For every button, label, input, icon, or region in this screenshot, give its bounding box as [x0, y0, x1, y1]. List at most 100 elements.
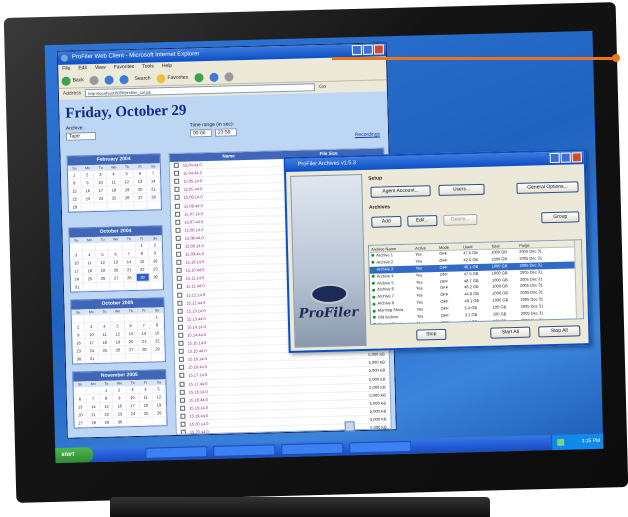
archives-column-header[interactable]: Used [461, 243, 489, 250]
time-to-select[interactable]: 23:59 [214, 128, 238, 137]
file-name[interactable]: 15.20.14.0 [190, 419, 280, 426]
stop-all-button[interactable]: Stop All [538, 325, 581, 338]
stop-button[interactable]: Stop [416, 328, 447, 341]
file-name[interactable]: 15.13.14.0 [187, 306, 277, 313]
file-name[interactable]: 15.06.14.0 [184, 193, 274, 200]
file-name[interactable]: 15.19.44.0 [189, 411, 279, 418]
file-name[interactable]: 15.19.14.0 [189, 403, 279, 410]
minimize-icon[interactable] [549, 152, 560, 164]
archives-column-header[interactable]: Mode [437, 243, 461, 250]
time-from-select[interactable]: 00:00 [189, 128, 213, 138]
row-checkbox[interactable] [178, 348, 184, 355]
row-checkbox[interactable] [176, 268, 182, 274]
file-name[interactable]: 15.11.14.0 [186, 274, 276, 281]
row-checkbox[interactable] [174, 195, 180, 201]
file-name[interactable]: 15.18.14.0 [189, 387, 279, 394]
calendar-day[interactable]: 29 [68, 203, 83, 212]
mail-icon[interactable] [223, 71, 234, 82]
file-name[interactable]: 15.09.44.0 [185, 249, 275, 256]
media-icon[interactable] [193, 72, 204, 82]
history-icon[interactable] [208, 72, 219, 82]
row-checkbox[interactable] [180, 429, 186, 435]
file-name[interactable]: 15.14.14.0 [187, 322, 277, 329]
archives-column-header[interactable]: Total [489, 242, 517, 249]
close-icon[interactable] [373, 44, 384, 55]
add-archive-button[interactable]: Add [371, 215, 402, 228]
file-name[interactable]: 15.04.44.0 [183, 160, 273, 167]
row-checkbox[interactable] [176, 259, 182, 266]
calendar-day[interactable]: 31 [85, 354, 100, 364]
start-button[interactable]: start [55, 447, 94, 464]
row-checkbox[interactable] [175, 227, 181, 233]
row-checkbox[interactable] [177, 292, 183, 298]
help-icon[interactable] [560, 152, 571, 163]
row-checkbox[interactable] [175, 235, 181, 241]
calendar-day[interactable]: 28 [87, 418, 101, 428]
file-name[interactable]: 15.15.14.0 [187, 338, 277, 345]
delete-archive-button[interactable]: Delete... [443, 213, 478, 226]
file-name[interactable]: 15.07.14.0 [184, 209, 274, 216]
row-checkbox[interactable] [180, 405, 186, 411]
file-name[interactable]: 15.18.44.0 [189, 395, 279, 402]
file-name[interactable]: 15.13.44.0 [187, 314, 277, 321]
calendar-day[interactable]: 31 [70, 283, 85, 292]
search-button[interactable]: Search [134, 71, 151, 86]
row-checkbox[interactable] [180, 413, 186, 419]
close-icon[interactable] [571, 152, 582, 163]
recordings-link[interactable]: Recordings [355, 131, 380, 138]
archives-table-scrollbar[interactable] [573, 240, 583, 319]
row-checkbox[interactable] [173, 162, 179, 168]
file-name[interactable]: 15.16.44.0 [188, 363, 278, 369]
group-button[interactable]: Group [541, 211, 580, 224]
archive-select[interactable]: Tape [65, 131, 97, 141]
row-checkbox[interactable] [175, 211, 181, 217]
calendar-day[interactable]: 27 [74, 419, 88, 428]
file-name[interactable]: 15.05.44.0 [183, 185, 273, 191]
back-button[interactable]: Back [61, 73, 84, 89]
file-name[interactable]: 15.20.44.0 [190, 427, 280, 434]
row-checkbox[interactable] [180, 421, 186, 427]
home-icon[interactable] [119, 74, 129, 84]
tray-icon[interactable] [557, 438, 565, 446]
row-checkbox[interactable] [178, 357, 184, 363]
taskbar-item-1[interactable] [145, 446, 208, 459]
file-name[interactable]: 15.14.44.0 [187, 330, 277, 337]
file-name[interactable]: 15.10.14.0 [185, 257, 275, 264]
row-checkbox[interactable] [177, 324, 184, 330]
edit-archive-button[interactable]: Edit... [407, 215, 438, 227]
file-name[interactable]: 15.12.44.0 [186, 298, 276, 305]
desktop-shortcut-icon[interactable] [344, 421, 355, 432]
maximize-icon[interactable] [362, 44, 373, 55]
calendar-day[interactable]: 29 [151, 345, 165, 354]
file-name[interactable]: 15.17.44.0 [188, 379, 278, 386]
archives-column-header[interactable]: Archive Name [369, 245, 413, 252]
menu-favorites[interactable]: Favorites [114, 63, 135, 73]
file-name[interactable]: 15.06.44.0 [184, 201, 274, 208]
favorites-button[interactable]: Favorites [156, 70, 188, 86]
row-checkbox[interactable] [176, 276, 182, 282]
row-checkbox[interactable] [173, 170, 180, 177]
file-name[interactable]: 15.04.44.0 [183, 168, 273, 175]
minimize-icon[interactable] [351, 44, 362, 56]
row-checkbox[interactable] [179, 373, 185, 379]
calendar-day[interactable]: 30 [113, 418, 128, 427]
row-checkbox[interactable] [177, 300, 183, 306]
row-checkbox[interactable] [179, 397, 186, 403]
taskbar-item-3[interactable] [281, 442, 344, 456]
row-checkbox[interactable] [179, 365, 185, 371]
row-checkbox[interactable] [174, 179, 180, 185]
file-name[interactable]: 15.09.14.0 [185, 241, 275, 248]
calendar-day[interactable]: 29 [100, 418, 115, 427]
row-checkbox[interactable] [179, 389, 185, 395]
file-name[interactable]: 15.08.44.0 [185, 233, 275, 240]
archives-column-header[interactable]: Active [413, 244, 437, 251]
row-checkbox[interactable] [176, 284, 183, 290]
taskbar-item-4[interactable] [349, 440, 412, 454]
start-all-button[interactable]: Start All [490, 326, 531, 339]
file-name[interactable]: 15.17.14.0 [188, 371, 278, 378]
menu-view[interactable]: View [95, 64, 106, 73]
file-name[interactable]: 15.15.44.0 [188, 346, 278, 353]
row-checkbox[interactable] [177, 316, 183, 322]
file-name[interactable]: 15.10.44.0 [185, 266, 275, 272]
calendar-day[interactable]: 30 [72, 355, 87, 364]
